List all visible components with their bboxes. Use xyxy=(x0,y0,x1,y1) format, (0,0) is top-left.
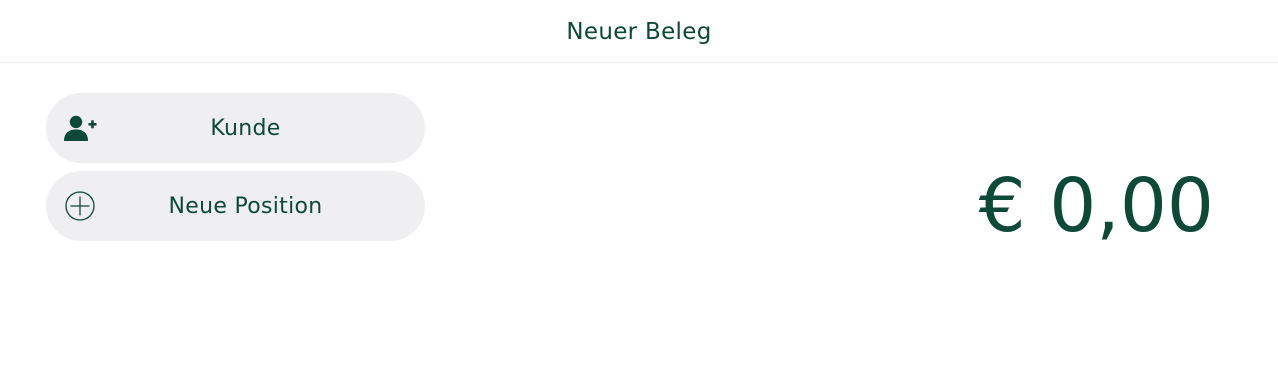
total-amount: € 0,00 xyxy=(978,163,1214,249)
add-user-icon xyxy=(63,111,97,145)
new-position-button-label: Neue Position xyxy=(168,193,323,219)
add-customer-button[interactable]: Kunde xyxy=(46,93,425,163)
customer-button-label: Kunde xyxy=(210,115,281,141)
top-bar: Neuer Beleg xyxy=(0,0,1278,63)
new-position-button[interactable]: Neue Position xyxy=(46,171,425,241)
plus-circle-icon xyxy=(63,189,97,223)
page-title: Neuer Beleg xyxy=(566,18,712,45)
